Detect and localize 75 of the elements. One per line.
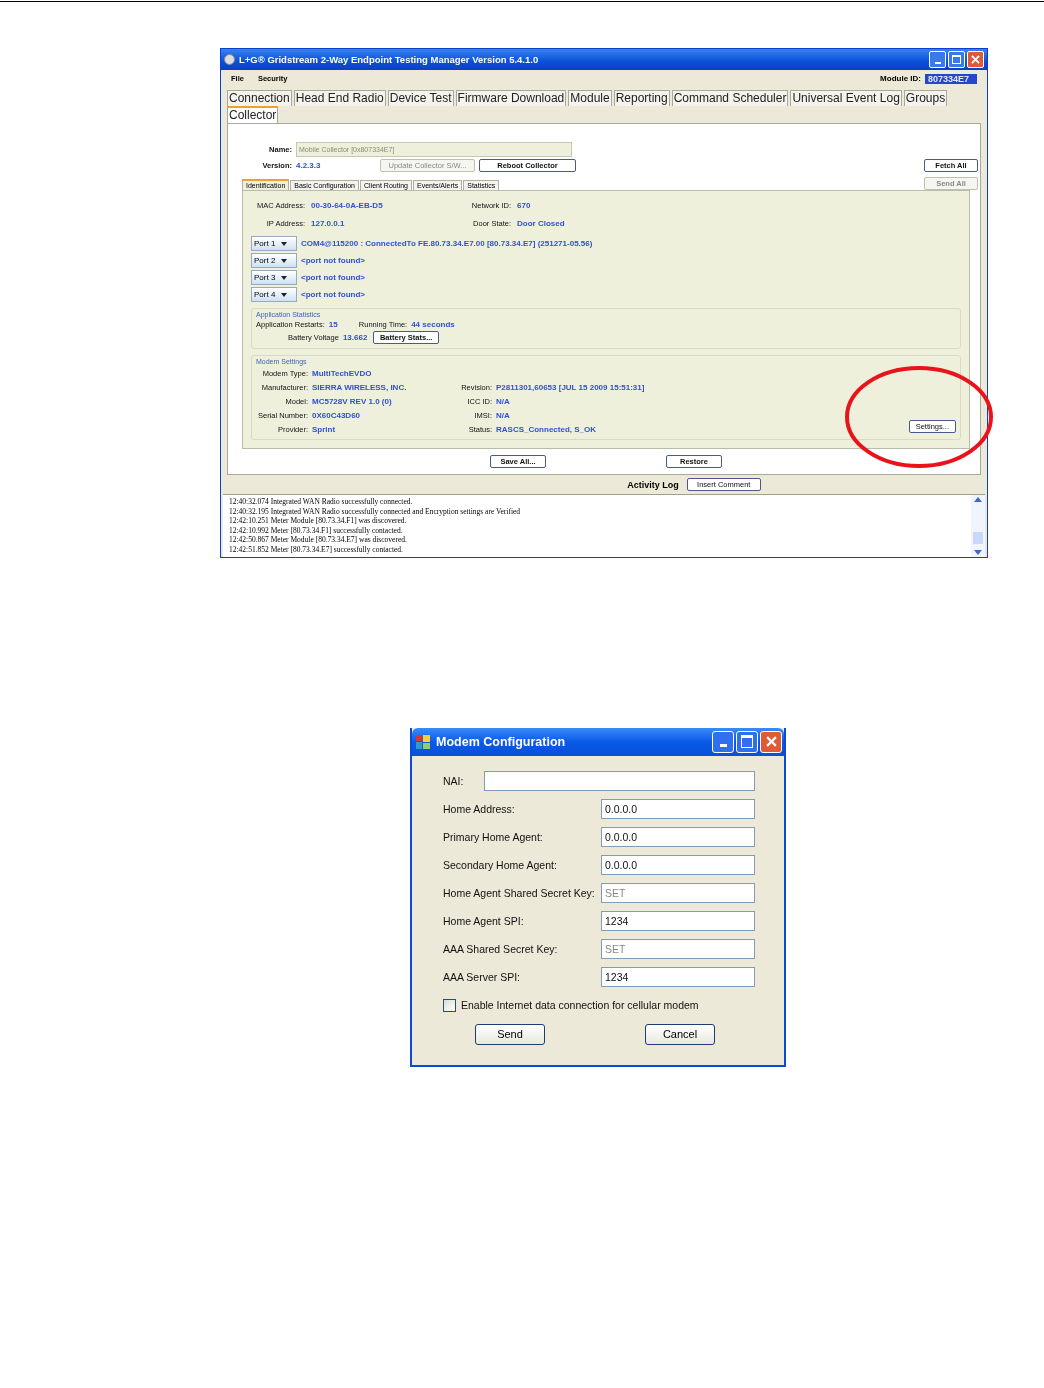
module-id-value: 807334E7 [925, 73, 977, 84]
minimize-button[interactable] [929, 51, 946, 68]
field-label: Secondary Home Agent: [443, 858, 558, 871]
field-value: P2811301,60653 [JUL 15 2009 15:51:31] [496, 382, 645, 392]
field-label: Home Agent Shared Secret Key: [443, 886, 596, 899]
field-value: N/A [496, 396, 510, 406]
input-field[interactable]: 0.0.0.0 [601, 854, 755, 875]
tab[interactable]: Groups [903, 90, 948, 106]
field-value: 13.662 [342, 333, 369, 342]
field-label: Primary Home Agent: [443, 830, 544, 843]
field-value: N/A [496, 410, 510, 420]
field-value: 0X60C43D60 [312, 410, 361, 420]
field-label: AAA Shared Secret Key: [443, 942, 559, 955]
dialog-button[interactable]: Send [475, 1023, 545, 1045]
field-label: Home Address: [443, 802, 516, 815]
maximize-button[interactable] [948, 51, 965, 68]
dropdown-arrow-icon [281, 242, 288, 246]
close-button[interactable] [760, 730, 782, 753]
port-status: COM4@115200 : ConnectedTo FE.80.73.34.E7.00 [80.73.34.E7] (251271-05.56) [301, 239, 593, 248]
tab[interactable]: Universal Event Log [790, 90, 902, 106]
field-value: MultiTechEVDO [312, 368, 372, 378]
checkbox-label: Enable Internet data connection for cellular modem [461, 999, 699, 1012]
close-icon [971, 55, 980, 64]
field-value: 00-30-64-0A-EB-D5 [311, 200, 384, 210]
dropdown-arrow-icon [281, 259, 288, 263]
field-label: NAI: [443, 774, 465, 787]
port-dropdown[interactable]: Port 1 [251, 236, 297, 251]
input-field[interactable]: 0.0.0.0 [601, 826, 755, 847]
field-label: Home Agent SPI: [443, 914, 525, 927]
field-value: 44 seconds [411, 320, 455, 329]
dropdown-arrow-icon [281, 276, 288, 280]
port-dropdown[interactable]: Port 3 [251, 270, 297, 285]
dropdown-arrow-icon [281, 293, 288, 297]
scroll-down-icon[interactable] [974, 549, 982, 555]
scroll-up-icon[interactable] [974, 497, 982, 502]
port-status: <port not found> [301, 290, 365, 299]
tab[interactable]: Device Test [387, 90, 454, 106]
field-value: Door Closed [517, 218, 565, 228]
activity-log-title: Activity Log [627, 479, 679, 490]
field-value: 127.0.0.1 [311, 218, 346, 228]
close-button[interactable] [967, 51, 984, 68]
scrollbar[interactable] [971, 495, 985, 557]
window-title: L+G® Gridstream 2-Way Endpoint Testing Manager Version 5.4.1.0 [239, 54, 540, 65]
tab[interactable]: Connection [227, 90, 292, 106]
input-field[interactable] [484, 770, 755, 791]
checkbox[interactable] [443, 998, 456, 1012]
port-status: <port not found> [301, 273, 365, 282]
field-value: SIERRA WIRELESS, INC. [312, 382, 407, 392]
version-value: 4.2.3.3 [296, 161, 322, 170]
field-value: MC5728V REV 1.0 (0) [312, 396, 392, 406]
tab[interactable]: Collector [227, 106, 279, 123]
dialog-button[interactable]: Cancel [645, 1023, 715, 1045]
close-icon [765, 736, 777, 748]
field-value: 670 [517, 200, 531, 210]
field-value: 15 [328, 320, 339, 329]
input-field[interactable]: 0.0.0.0 [601, 798, 755, 819]
dialog-title: Modem Configuration [436, 734, 566, 749]
app-icon [416, 734, 430, 749]
field-value: Sprint [312, 424, 336, 434]
port-dropdown[interactable]: Port 4 [251, 287, 297, 302]
tab[interactable]: Head End Radio [293, 90, 386, 106]
tab[interactable]: Firmware Download [455, 90, 567, 106]
tab[interactable]: Reporting [613, 90, 670, 106]
module-id-label: Module ID: [880, 74, 921, 83]
tab[interactable]: Module [568, 90, 612, 106]
field-value: RASCS_Connected, S_OK [496, 424, 597, 434]
tab[interactable]: Command Scheduler [671, 90, 789, 106]
minimize-button[interactable] [712, 730, 734, 753]
port-status: <port not found> [301, 256, 365, 265]
maximize-button[interactable] [736, 730, 758, 753]
input-field[interactable]: 1234 [601, 966, 755, 987]
port-dropdown[interactable]: Port 2 [251, 253, 297, 268]
field-label: AAA Server SPI: [443, 970, 522, 983]
app-icon [224, 54, 235, 65]
input-field[interactable]: 1234 [601, 910, 755, 931]
